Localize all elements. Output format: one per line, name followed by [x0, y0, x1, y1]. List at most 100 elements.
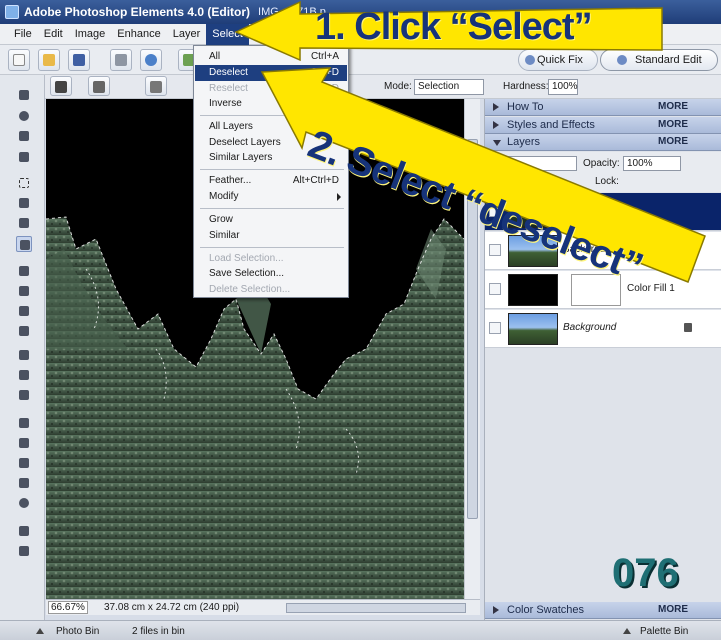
share-icon[interactable] — [140, 49, 162, 71]
expand-arrow-icon — [493, 606, 499, 614]
submenu-arrow-icon — [337, 193, 341, 201]
menu-item-delete-selection[interactable]: Delete Selection... — [195, 282, 347, 298]
healing-brush-tool-icon[interactable] — [16, 367, 32, 383]
styles-effects-label: Styles and Effects — [507, 119, 595, 131]
eraser-tool-icon[interactable] — [16, 415, 32, 431]
selection-brush-icon[interactable] — [88, 76, 110, 96]
menu-select[interactable]: Select — [206, 23, 249, 45]
photo-bin-toggle-icon[interactable] — [36, 628, 44, 634]
menu-filter[interactable]: Filt — [249, 24, 276, 45]
horizontal-scrollbar[interactable] — [286, 603, 466, 613]
crop-tool-icon[interactable] — [16, 283, 32, 299]
how-to-header[interactable]: How To MORE — [485, 99, 721, 116]
menu-item-similar[interactable]: Similar — [195, 228, 347, 244]
straighten-tool-icon[interactable] — [16, 323, 32, 339]
menu-item-shortcut: Ctrl+D — [310, 67, 339, 78]
color-swatches-header[interactable]: Color Swatches MORE — [485, 602, 721, 619]
eye-icon[interactable] — [489, 283, 501, 295]
standard-edit-button[interactable]: Standard Edit — [600, 49, 718, 71]
menu-item-feather[interactable]: Feather... Alt+Ctrl+D — [195, 173, 347, 189]
new-icon[interactable] — [8, 49, 30, 71]
menu-layer[interactable]: Layer — [167, 24, 207, 45]
photo-bin-label[interactable]: Photo Bin — [56, 626, 99, 637]
opacity-label: Opacity: — [583, 158, 620, 169]
vertical-scrollbar[interactable] — [464, 99, 480, 599]
menu-item-inverse[interactable]: Inverse Shift+Ctrl+I — [195, 96, 347, 112]
menu-separator — [200, 115, 344, 116]
standard-edit-label: Standard Edit — [635, 54, 702, 66]
sponge-tool-icon[interactable] — [16, 543, 32, 559]
eyedropper-tool-icon[interactable] — [16, 149, 32, 165]
window-title: Adobe Photoshop Elements 4.0 (Editor) — [24, 5, 251, 19]
shape-tool-icon[interactable] — [16, 495, 32, 511]
layers-header[interactable]: Layers MORE — [485, 134, 721, 151]
menu-file[interactable]: File — [8, 24, 38, 45]
status-bar: 66.67% 37.08 cm x 24.72 cm (240 ppi) — [46, 599, 480, 615]
menu-item-load-selection[interactable]: Load Selection... — [195, 251, 347, 267]
clone-stamp-tool-icon[interactable] — [16, 387, 32, 403]
files-in-bin: 2 files in bin — [132, 626, 185, 637]
menu-item-label: Reselect — [209, 83, 248, 94]
menu-item-all[interactable]: All Ctrl+A — [195, 49, 347, 65]
add-to-selection-icon[interactable] — [145, 76, 167, 96]
brush-preset-icon[interactable] — [50, 76, 72, 96]
red-eye-tool-icon[interactable] — [16, 347, 32, 363]
toolbox — [0, 75, 45, 620]
cookie-cutter-tool-icon[interactable] — [16, 303, 32, 319]
layers-more[interactable]: MORE — [658, 134, 688, 150]
zoom-level[interactable]: 66.67% — [48, 601, 88, 614]
app-icon — [5, 5, 19, 19]
hand-tool-icon[interactable] — [16, 128, 32, 144]
hardness-input[interactable]: 100% — [548, 79, 578, 95]
save-icon[interactable] — [68, 49, 90, 71]
blur-tool-icon[interactable] — [16, 523, 32, 539]
menu-item-grow[interactable]: Grow — [195, 212, 347, 228]
palette-bin-toggle-icon[interactable] — [623, 628, 631, 634]
open-folder-icon[interactable] — [38, 49, 60, 71]
gradient-tool-icon[interactable] — [16, 475, 32, 491]
slide-number: 076 — [612, 551, 679, 595]
layers-options: Opacity: 100% Lock: — [485, 152, 721, 192]
move-tool-icon[interactable] — [16, 87, 32, 103]
magic-wand-tool-icon[interactable] — [16, 215, 32, 231]
selection-brush-tool-icon[interactable] — [16, 236, 32, 252]
opacity-input[interactable]: 100% — [623, 156, 681, 171]
bottom-bar: Photo Bin 2 files in bin Palette Bin — [0, 620, 721, 640]
layer-row[interactable]: Background — [485, 310, 721, 348]
marquee-tool-icon[interactable] — [16, 175, 32, 191]
menu-item-modify[interactable]: Modify — [195, 189, 347, 205]
menu-item-shortcut: Ctrl+A — [310, 51, 339, 62]
menu-item-reselect[interactable]: Reselect Shift+Ctrl+D — [195, 81, 347, 97]
brush-tool-icon[interactable] — [16, 435, 32, 451]
menu-item-label: Feather... — [209, 175, 252, 186]
zoom-tool-icon[interactable] — [16, 108, 32, 124]
lock-label: Lock: — [595, 176, 619, 187]
paint-bucket-tool-icon[interactable] — [16, 455, 32, 471]
styles-effects-header[interactable]: Styles and Effects MORE — [485, 117, 721, 134]
mode-select[interactable]: Selection — [414, 79, 484, 95]
color-swatches-more[interactable]: MORE — [658, 602, 688, 618]
eye-icon[interactable] — [489, 322, 501, 334]
how-to-more[interactable]: MORE — [658, 99, 688, 115]
layer-name: Background — [563, 322, 617, 333]
styles-effects-more[interactable]: MORE — [658, 117, 688, 133]
menu-enhance[interactable]: Enhance — [111, 24, 166, 45]
menu-item-label: Deselect — [209, 67, 248, 78]
palette-bin-label[interactable]: Palette Bin — [640, 626, 688, 637]
menu-item-label: Inverse — [209, 98, 242, 109]
menu-image[interactable]: Image — [69, 24, 112, 45]
menu-separator — [200, 247, 344, 248]
type-tool-icon[interactable] — [16, 263, 32, 279]
menu-edit[interactable]: Edit — [38, 24, 69, 45]
menu-item-save-selection[interactable]: Save Selection... — [195, 266, 347, 282]
print-icon[interactable] — [110, 49, 132, 71]
quick-fix-button[interactable]: Quick Fix — [518, 49, 598, 71]
collapse-arrow-icon — [493, 140, 501, 146]
eye-icon[interactable] — [489, 244, 501, 256]
options-bar: Mode: Selection Hardness: 100% — [0, 75, 721, 99]
blend-mode-select[interactable] — [507, 156, 577, 171]
lock-icon — [684, 323, 692, 332]
menu-item-deselect[interactable]: Deselect Ctrl+D — [195, 65, 347, 81]
expand-arrow-icon — [493, 103, 499, 111]
lasso-tool-icon[interactable] — [16, 195, 32, 211]
